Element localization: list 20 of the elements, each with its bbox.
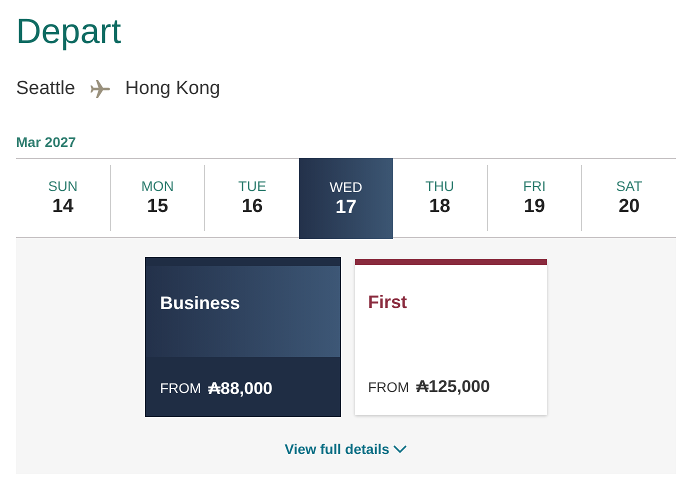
date-tab[interactable]: MON 15 <box>110 165 204 231</box>
from-label: FROM <box>368 378 410 396</box>
date-tab[interactable]: SUN 14 <box>16 165 110 231</box>
origin-city: Seattle <box>16 76 76 101</box>
date-tab[interactable]: WED 17 <box>299 158 393 239</box>
month-label: Mar 2027 <box>16 134 77 150</box>
chevron-down-icon <box>393 445 408 454</box>
view-details-link[interactable]: View full details <box>284 439 408 460</box>
from-label: FROM <box>160 379 202 398</box>
date-tab[interactable]: FRI 19 <box>486 165 582 231</box>
fare-card[interactable]: First FROM ₳125,000 <box>355 259 547 415</box>
fare-price: ₳88,000 <box>208 378 272 400</box>
page-title: Depart <box>16 12 122 52</box>
date-tab[interactable]: THU 18 <box>392 165 487 231</box>
date-tab[interactable]: SAT 20 <box>581 165 676 231</box>
fare-card[interactable]: Business FROM ₳88,000 <box>145 257 341 417</box>
cabin-name: First <box>368 292 408 312</box>
fare-price: ₳125,000 <box>416 376 490 398</box>
cabin-name: Business <box>160 293 240 313</box>
destination-city: Hong Kong <box>125 76 220 101</box>
